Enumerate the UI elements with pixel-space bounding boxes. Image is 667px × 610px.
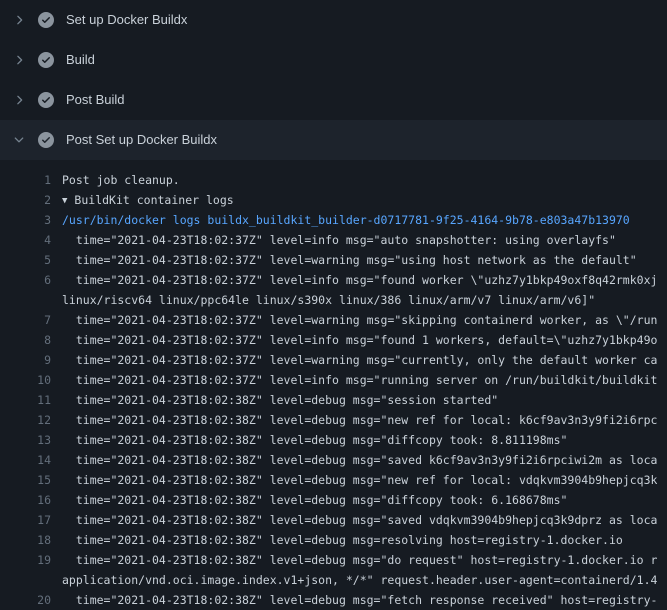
log-line-number[interactable]: 7 (0, 310, 51, 330)
section-label: Build (66, 52, 95, 68)
log-line-number[interactable]: 12 (0, 410, 51, 430)
log-line: 7 time="2021-04-23T18:02:37Z" level=warn… (0, 310, 667, 330)
log-text: linux/riscv64 linux/ppc64le linux/s390x … (51, 290, 595, 310)
log-line: 2 ▼ BuildKit container logs (0, 190, 667, 210)
log-text: Post job cleanup. (51, 170, 180, 190)
section-header-set-up-docker-buildx[interactable]: Set up Docker Buildx (0, 0, 667, 40)
log-line: 5 time="2021-04-23T18:02:37Z" level=warn… (0, 250, 667, 270)
check-circle-icon (38, 92, 54, 108)
chevron-down-icon (12, 133, 26, 147)
log-text: time="2021-04-23T18:02:37Z" level=info m… (51, 230, 616, 250)
log-line: 12 time="2021-04-23T18:02:38Z" level=deb… (0, 410, 667, 430)
log-line: 10 time="2021-04-23T18:02:37Z" level=inf… (0, 370, 667, 390)
log-text: time="2021-04-23T18:02:38Z" level=debug … (51, 530, 623, 550)
log-line-number[interactable]: 16 (0, 490, 51, 510)
section-label: Set up Docker Buildx (66, 12, 187, 28)
log-text: time="2021-04-23T18:02:37Z" level=warnin… (51, 350, 657, 370)
check-circle-icon (38, 52, 54, 68)
chevron-right-icon (12, 13, 26, 27)
log-line: 15 time="2021-04-23T18:02:38Z" level=deb… (0, 470, 667, 490)
log-line-number[interactable]: 14 (0, 450, 51, 470)
chevron-right-icon (12, 53, 26, 67)
log-line-number[interactable]: 17 (0, 510, 51, 530)
step-sections: Set up Docker Buildx Build Post Build Post … (0, 0, 667, 160)
log-line-continuation: application/vnd.oci.image.index.v1+json,… (0, 570, 667, 590)
log-line-number[interactable]: 9 (0, 350, 51, 370)
log-text[interactable]: ▼ BuildKit container logs (51, 190, 234, 210)
section-header-post-set-up-docker-buildx[interactable]: Post Set up Docker Buildx (0, 120, 667, 160)
log-text: time="2021-04-23T18:02:38Z" level=debug … (51, 490, 567, 510)
log-line: 6 time="2021-04-23T18:02:37Z" level=info… (0, 270, 667, 290)
log-line: 3/usr/bin/docker logs buildx_buildkit_bu… (0, 210, 667, 230)
check-circle-icon (38, 132, 54, 148)
log-text: time="2021-04-23T18:02:38Z" level=debug … (51, 430, 567, 450)
log-text: time="2021-04-23T18:02:38Z" level=debug … (51, 510, 657, 530)
log-line-number[interactable]: 11 (0, 390, 51, 410)
log-line-number[interactable]: 20 (0, 590, 51, 610)
log-line: 19 time="2021-04-23T18:02:38Z" level=deb… (0, 550, 667, 570)
log-line: 1Post job cleanup. (0, 170, 667, 190)
log-line-number[interactable]: 1 (0, 170, 51, 190)
log-text: time="2021-04-23T18:02:38Z" level=debug … (51, 450, 657, 470)
log-line: 18 time="2021-04-23T18:02:38Z" level=deb… (0, 530, 667, 550)
log-area: 1Post job cleanup.2 ▼ BuildKit container l… (0, 160, 667, 610)
log-text: time="2021-04-23T18:02:38Z" level=debug … (51, 470, 657, 490)
log-line: 16 time="2021-04-23T18:02:38Z" level=deb… (0, 490, 667, 510)
log-text: time="2021-04-23T18:02:37Z" level=warnin… (51, 250, 637, 270)
log-line-number[interactable]: 19 (0, 550, 51, 570)
log-text: time="2021-04-23T18:02:38Z" level=debug … (51, 550, 657, 570)
log-line: 20 time="2021-04-23T18:02:38Z" level=deb… (0, 590, 667, 610)
log-line-number[interactable]: 13 (0, 430, 51, 450)
log-text: time="2021-04-23T18:02:37Z" level=info m… (51, 270, 657, 290)
check-circle-icon (38, 12, 54, 28)
log-text: time="2021-04-23T18:02:37Z" level=info m… (51, 370, 657, 390)
log-text: time="2021-04-23T18:02:38Z" level=debug … (51, 390, 498, 410)
section-label: Post Set up Docker Buildx (66, 132, 217, 148)
group-toggle-icon[interactable]: ▼ (62, 191, 67, 211)
log-text: time="2021-04-23T18:02:38Z" level=debug … (51, 590, 657, 610)
log-line: 13 time="2021-04-23T18:02:38Z" level=deb… (0, 430, 667, 450)
log-line: 17 time="2021-04-23T18:02:38Z" level=deb… (0, 510, 667, 530)
log-line: 4 time="2021-04-23T18:02:37Z" level=info… (0, 230, 667, 250)
log-line: 8 time="2021-04-23T18:02:37Z" level=info… (0, 330, 667, 350)
section-header-post-build[interactable]: Post Build (0, 80, 667, 120)
log-line-number[interactable]: 3 (0, 210, 51, 230)
log-text: time="2021-04-23T18:02:37Z" level=warnin… (51, 310, 657, 330)
log-line-number (0, 570, 51, 590)
log-command-text: /usr/bin/docker logs buildx_buildkit_bui… (51, 210, 630, 230)
log-line-number[interactable]: 6 (0, 270, 51, 290)
log-text: time="2021-04-23T18:02:38Z" level=debug … (51, 410, 657, 430)
log-line-number[interactable]: 5 (0, 250, 51, 270)
log-line-number[interactable]: 4 (0, 230, 51, 250)
section-header-build[interactable]: Build (0, 40, 667, 80)
log-line-number[interactable]: 2 (0, 190, 51, 210)
log-line-number (0, 290, 51, 310)
group-label: BuildKit container logs (74, 193, 233, 207)
log-line-number[interactable]: 15 (0, 470, 51, 490)
log-line-continuation: linux/riscv64 linux/ppc64le linux/s390x … (0, 290, 667, 310)
log-text: application/vnd.oci.image.index.v1+json,… (51, 570, 657, 590)
chevron-right-icon (12, 93, 26, 107)
log-line: 9 time="2021-04-23T18:02:37Z" level=warn… (0, 350, 667, 370)
log-line: 14 time="2021-04-23T18:02:38Z" level=deb… (0, 450, 667, 470)
log-text: time="2021-04-23T18:02:37Z" level=info m… (51, 330, 657, 350)
log-line-number[interactable]: 18 (0, 530, 51, 550)
log-line-number[interactable]: 8 (0, 330, 51, 350)
log-line: 11 time="2021-04-23T18:02:38Z" level=deb… (0, 390, 667, 410)
section-label: Post Build (66, 92, 125, 108)
log-line-number[interactable]: 10 (0, 370, 51, 390)
